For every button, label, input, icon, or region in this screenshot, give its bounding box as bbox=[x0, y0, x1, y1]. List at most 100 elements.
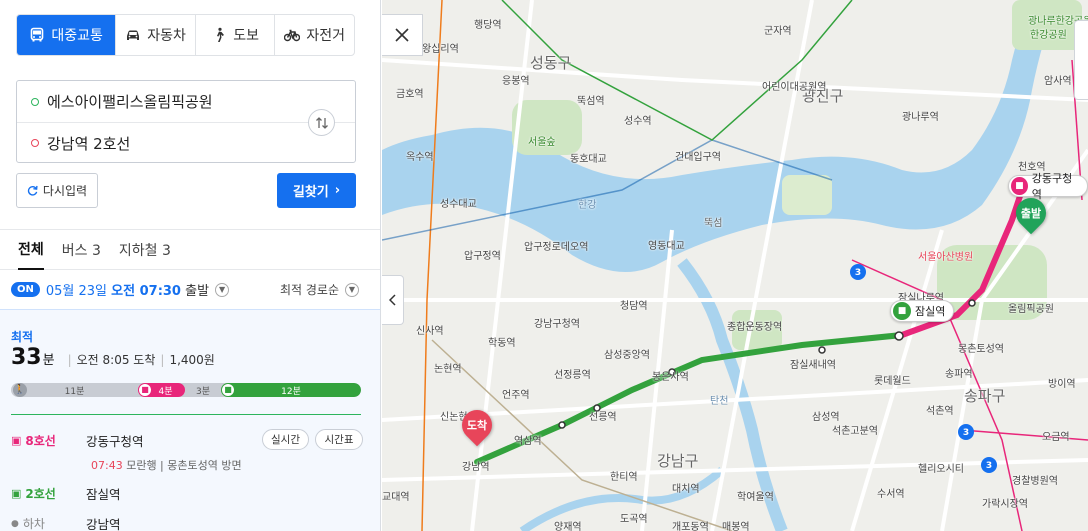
place-label: 개포동역 bbox=[672, 522, 709, 531]
place-label: 옥수역 bbox=[406, 152, 434, 163]
place-label: 성수대교 bbox=[440, 199, 477, 210]
place-label: 올림픽공원 bbox=[1008, 304, 1054, 315]
alight-dot-icon: ● bbox=[11, 518, 19, 529]
place-label: 응봉역 bbox=[502, 76, 530, 87]
svg-text:3: 3 bbox=[855, 268, 861, 278]
start-station-tag[interactable]: ■ 강동구청역 bbox=[1008, 172, 1088, 201]
place-label: 강남구청역 bbox=[534, 319, 580, 330]
tab-subway[interactable]: 지하철 3 bbox=[119, 230, 171, 270]
line2-segment: ■ 12분 bbox=[221, 383, 361, 397]
place-label: 금호역 bbox=[396, 89, 424, 100]
place-label: 롯데월드 bbox=[874, 376, 911, 387]
realtime-button[interactable]: 실시간 bbox=[262, 429, 309, 450]
start-station-name: 강동구청역 bbox=[1031, 172, 1073, 201]
swap-arrows-icon bbox=[315, 116, 328, 129]
end-marker-label: 도착 bbox=[466, 419, 488, 432]
map-tools-button[interactable] bbox=[1074, 20, 1088, 100]
place-label: 삼성중앙역 bbox=[604, 350, 650, 361]
swap-button[interactable] bbox=[308, 109, 335, 136]
place-label: 방이역 bbox=[1048, 379, 1076, 390]
place-label: 뚝섬 bbox=[704, 218, 723, 229]
result-tabs: 전체 버스 3 지하철 3 bbox=[0, 229, 380, 270]
step-line8-detail: 07:43 모란행 | 몽촌토성역 방면 bbox=[91, 457, 242, 473]
duration-value: 33 bbox=[11, 345, 42, 370]
search-route-button[interactable]: 길찾기 › bbox=[277, 173, 356, 208]
place-label: 대치역 bbox=[672, 484, 700, 495]
place-label: 삼성역 bbox=[812, 412, 840, 423]
place-label: 학동역 bbox=[488, 338, 516, 349]
svg-text:3: 3 bbox=[963, 428, 969, 438]
step-line8-station: 강동구청역 bbox=[86, 434, 144, 449]
place-label: 뚝섬역 bbox=[577, 96, 605, 107]
chevron-down-icon[interactable]: ▼ bbox=[215, 282, 230, 297]
mode-bicycle-label: 자전거 bbox=[306, 28, 346, 44]
route-timeline-bar: 🚶 11분 ■ 4분 3분 ■ 12분 bbox=[11, 383, 361, 397]
step-line2-line: ▣ 2호선 bbox=[11, 485, 86, 502]
step-line8-line: ▣ 8호선 bbox=[11, 432, 86, 449]
place-label: 논현역 bbox=[434, 364, 462, 375]
reset-button[interactable]: 다시입력 bbox=[16, 173, 98, 208]
place-label: 탄천 bbox=[710, 396, 729, 407]
departure-suffix: 출발 bbox=[185, 284, 210, 299]
svg-text:3: 3 bbox=[986, 461, 992, 471]
mode-transit-tab[interactable]: 대중교통 bbox=[17, 15, 116, 55]
transfer-station-tag[interactable]: ■ 잠실역 bbox=[890, 300, 955, 322]
place-label: 압구정역 bbox=[464, 251, 501, 262]
origin-dot-icon bbox=[31, 97, 39, 106]
tab-bus[interactable]: 버스 3 bbox=[62, 230, 101, 270]
divider: | bbox=[67, 353, 72, 367]
walk-segment: 🚶 11분 bbox=[11, 383, 138, 397]
destination-value: 강남역 2호선 bbox=[47, 134, 131, 153]
place-label: 석촌고분역 bbox=[832, 426, 878, 437]
sort-label: 최적 경로순 bbox=[279, 283, 339, 297]
place-label: 도곡역 bbox=[620, 514, 648, 525]
mode-car-tab[interactable]: 자동차 bbox=[115, 15, 195, 55]
start-marker-label: 출발 bbox=[1020, 207, 1042, 220]
step-line8-direction: 모란행 | 몽촌토성역 방면 bbox=[126, 459, 242, 472]
place-label: 한강 bbox=[578, 200, 597, 211]
collapse-panel-button[interactable] bbox=[382, 275, 404, 325]
origin-field[interactable]: 에스아이팰리스올림픽공원 bbox=[17, 81, 355, 122]
place-label: 압구정로데오역 bbox=[524, 242, 589, 253]
search-route-label: 길찾기 bbox=[292, 185, 329, 200]
destination-dot-icon bbox=[31, 139, 39, 147]
walk-segment-label: 11분 bbox=[64, 386, 85, 397]
sort-dropdown[interactable]: 최적 경로순 ▼ bbox=[280, 281, 359, 298]
route-info: | 오전 8:05 도착 | 1,400원 bbox=[63, 351, 215, 368]
close-icon bbox=[395, 28, 409, 42]
departure-date[interactable]: 05월 23일 bbox=[46, 280, 107, 299]
mode-walk-tab[interactable]: 도보 bbox=[194, 15, 275, 55]
tab-all[interactable]: 전체 bbox=[18, 230, 44, 270]
departure-time[interactable]: 오전 07:30 bbox=[111, 280, 181, 299]
step-alight[interactable]: ● 하차 강남역 bbox=[11, 514, 371, 531]
subway-icon: ▣ bbox=[11, 487, 22, 500]
place-label: 경찰병원역 bbox=[1012, 476, 1058, 487]
place-label: 가락시장역 bbox=[982, 499, 1028, 510]
destination-field[interactable]: 강남역 2호선 bbox=[17, 122, 355, 163]
district-label: 성동구 bbox=[530, 54, 572, 72]
place-label: 양재역 bbox=[554, 522, 582, 531]
timetable-button[interactable]: 시간표 bbox=[315, 429, 363, 450]
close-panel-button[interactable] bbox=[382, 14, 423, 56]
chevron-left-icon bbox=[388, 294, 396, 306]
place-label: 군자역 bbox=[764, 26, 792, 37]
line8-station-icon: ■ bbox=[1011, 177, 1028, 195]
place-label: 강남역 bbox=[462, 462, 490, 473]
on-badge[interactable]: ON bbox=[11, 282, 40, 297]
departure-bar: ON 05월 23일 오전 07:30 출발 ▼ 최적 경로순 ▼ bbox=[0, 270, 380, 310]
place-label: 암사역 bbox=[1044, 76, 1072, 87]
map-view[interactable]: 333 성동구 광진구 송파구 강남구 행당역 왕십리역 금호역 응봉역 뚝섬역… bbox=[382, 0, 1088, 531]
place-label: 청담역 bbox=[620, 301, 648, 312]
map-canvas[interactable]: 3 3 3 bbox=[382, 0, 1088, 531]
place-label: 행당역 bbox=[474, 20, 502, 31]
place-label: 신사역 bbox=[416, 326, 444, 337]
place-label: 송파역 bbox=[945, 369, 973, 380]
reset-label: 다시입력 bbox=[42, 184, 88, 198]
line8-segment: ■ 4분 bbox=[138, 383, 185, 397]
place-label: 봉은사역 bbox=[652, 372, 689, 383]
place-label: 서울숲 bbox=[528, 137, 556, 148]
place-label: 건대입구역 bbox=[675, 152, 721, 163]
mode-bicycle-tab[interactable]: 자전거 bbox=[274, 15, 354, 55]
step-line2[interactable]: ▣ 2호선 잠실역 bbox=[11, 484, 371, 503]
sort-chevron-down-icon: ▼ bbox=[345, 282, 359, 297]
